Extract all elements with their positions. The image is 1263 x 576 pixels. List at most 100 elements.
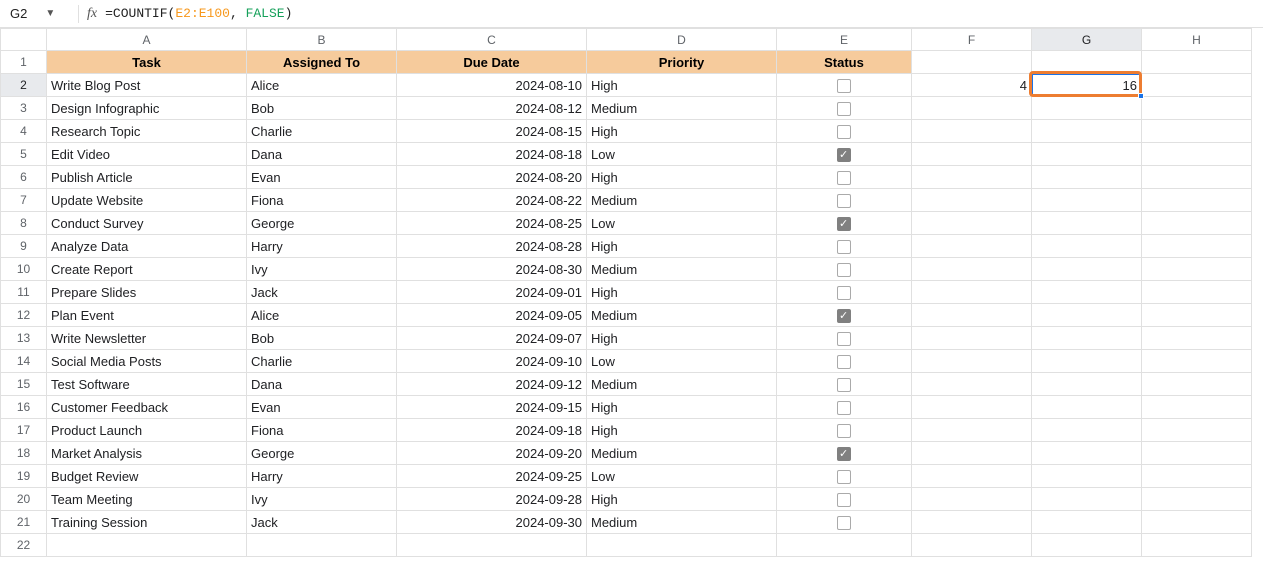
cell-assignee[interactable]: George [247, 212, 397, 235]
column-header-B[interactable]: B [247, 29, 397, 51]
cell[interactable] [1032, 166, 1142, 189]
row-header[interactable]: 22 [1, 534, 47, 557]
cell[interactable] [1032, 51, 1142, 74]
cell-due-date[interactable]: 2024-09-18 [397, 419, 587, 442]
cell-assignee[interactable]: Alice [247, 74, 397, 97]
cell-task[interactable]: Test Software [47, 373, 247, 396]
cell-status[interactable] [777, 488, 912, 511]
cell-due-date[interactable]: 2024-08-30 [397, 258, 587, 281]
cell-assignee[interactable]: Fiona [247, 419, 397, 442]
cell-priority[interactable]: Medium [587, 304, 777, 327]
cell-priority[interactable]: High [587, 419, 777, 442]
cell[interactable] [1142, 350, 1252, 373]
cell[interactable] [1142, 281, 1252, 304]
cell-priority[interactable]: High [587, 74, 777, 97]
cell[interactable] [1142, 212, 1252, 235]
cell-task[interactable]: Research Topic [47, 120, 247, 143]
cell[interactable]: 4 [912, 74, 1032, 97]
cell-priority[interactable]: Low [587, 465, 777, 488]
cell-status[interactable] [777, 281, 912, 304]
cell[interactable] [912, 281, 1032, 304]
cell[interactable] [912, 373, 1032, 396]
cell-assignee[interactable]: Charlie [247, 350, 397, 373]
cell-status[interactable] [777, 212, 912, 235]
cell[interactable] [912, 189, 1032, 212]
name-box[interactable]: G2 ▼ [10, 6, 70, 21]
cell-task[interactable]: Customer Feedback [47, 396, 247, 419]
row-header[interactable]: 21 [1, 511, 47, 534]
cell-due-date[interactable]: 2024-08-15 [397, 120, 587, 143]
cell-task[interactable]: Budget Review [47, 465, 247, 488]
row-header[interactable]: 16 [1, 396, 47, 419]
cell[interactable] [1032, 327, 1142, 350]
cell[interactable] [1142, 74, 1252, 97]
cell-status[interactable] [777, 97, 912, 120]
cell-status[interactable] [777, 304, 912, 327]
cell-assignee[interactable]: Harry [247, 465, 397, 488]
cell-status[interactable] [777, 511, 912, 534]
cell[interactable] [912, 442, 1032, 465]
status-checkbox[interactable] [837, 493, 851, 507]
header-status[interactable]: Status [777, 51, 912, 74]
cell[interactable] [912, 143, 1032, 166]
corner-cell[interactable] [1, 29, 47, 51]
row-header[interactable]: 11 [1, 281, 47, 304]
cell[interactable] [1032, 534, 1142, 557]
cell-due-date[interactable]: 2024-08-28 [397, 235, 587, 258]
cell[interactable] [1142, 304, 1252, 327]
cell-due-date[interactable]: 2024-09-25 [397, 465, 587, 488]
row-header[interactable]: 17 [1, 419, 47, 442]
row-header[interactable]: 13 [1, 327, 47, 350]
cell[interactable] [1142, 97, 1252, 120]
row-header[interactable]: 15 [1, 373, 47, 396]
cell-due-date[interactable]: 2024-08-25 [397, 212, 587, 235]
header-priority[interactable]: Priority [587, 51, 777, 74]
cell-task[interactable]: Update Website [47, 189, 247, 212]
cell-status[interactable] [777, 327, 912, 350]
cell[interactable] [1032, 258, 1142, 281]
cell-status[interactable] [777, 120, 912, 143]
cell-due-date[interactable] [397, 534, 587, 557]
cell-status[interactable] [777, 74, 912, 97]
cell-priority[interactable]: Low [587, 350, 777, 373]
cell-task[interactable]: Market Analysis [47, 442, 247, 465]
cell-task[interactable] [47, 534, 247, 557]
cell[interactable] [912, 51, 1032, 74]
cell-due-date[interactable]: 2024-08-18 [397, 143, 587, 166]
cell[interactable] [1142, 258, 1252, 281]
cell[interactable] [1032, 212, 1142, 235]
cell-due-date[interactable]: 2024-09-15 [397, 396, 587, 419]
status-checkbox[interactable] [837, 401, 851, 415]
cell-status[interactable] [777, 189, 912, 212]
row-header[interactable]: 9 [1, 235, 47, 258]
cell[interactable] [1032, 373, 1142, 396]
cell-task[interactable]: Prepare Slides [47, 281, 247, 304]
column-header-C[interactable]: C [397, 29, 587, 51]
status-checkbox[interactable] [837, 79, 851, 93]
status-checkbox[interactable] [837, 263, 851, 277]
cell[interactable] [1032, 281, 1142, 304]
cell-task[interactable]: Publish Article [47, 166, 247, 189]
cell-due-date[interactable]: 2024-09-01 [397, 281, 587, 304]
cell-priority[interactable]: High [587, 281, 777, 304]
row-header[interactable]: 14 [1, 350, 47, 373]
cell-task[interactable]: Analyze Data [47, 235, 247, 258]
cell-task[interactable]: Product Launch [47, 419, 247, 442]
cell-task[interactable]: Conduct Survey [47, 212, 247, 235]
cell[interactable] [1142, 51, 1252, 74]
cell-assignee[interactable]: Alice [247, 304, 397, 327]
selection-fill-handle[interactable] [1138, 93, 1144, 99]
cell-status[interactable] [777, 442, 912, 465]
cell-priority[interactable]: Medium [587, 258, 777, 281]
cell-due-date[interactable]: 2024-08-12 [397, 97, 587, 120]
cell[interactable] [1032, 304, 1142, 327]
cell[interactable] [1032, 235, 1142, 258]
cell-due-date[interactable]: 2024-08-22 [397, 189, 587, 212]
cell-assignee[interactable]: Evan [247, 396, 397, 419]
status-checkbox[interactable] [837, 378, 851, 392]
cell[interactable] [1142, 534, 1252, 557]
cell-task[interactable]: Write Newsletter [47, 327, 247, 350]
cell-assignee[interactable]: Dana [247, 373, 397, 396]
cell[interactable] [912, 327, 1032, 350]
status-checkbox[interactable] [837, 148, 851, 162]
